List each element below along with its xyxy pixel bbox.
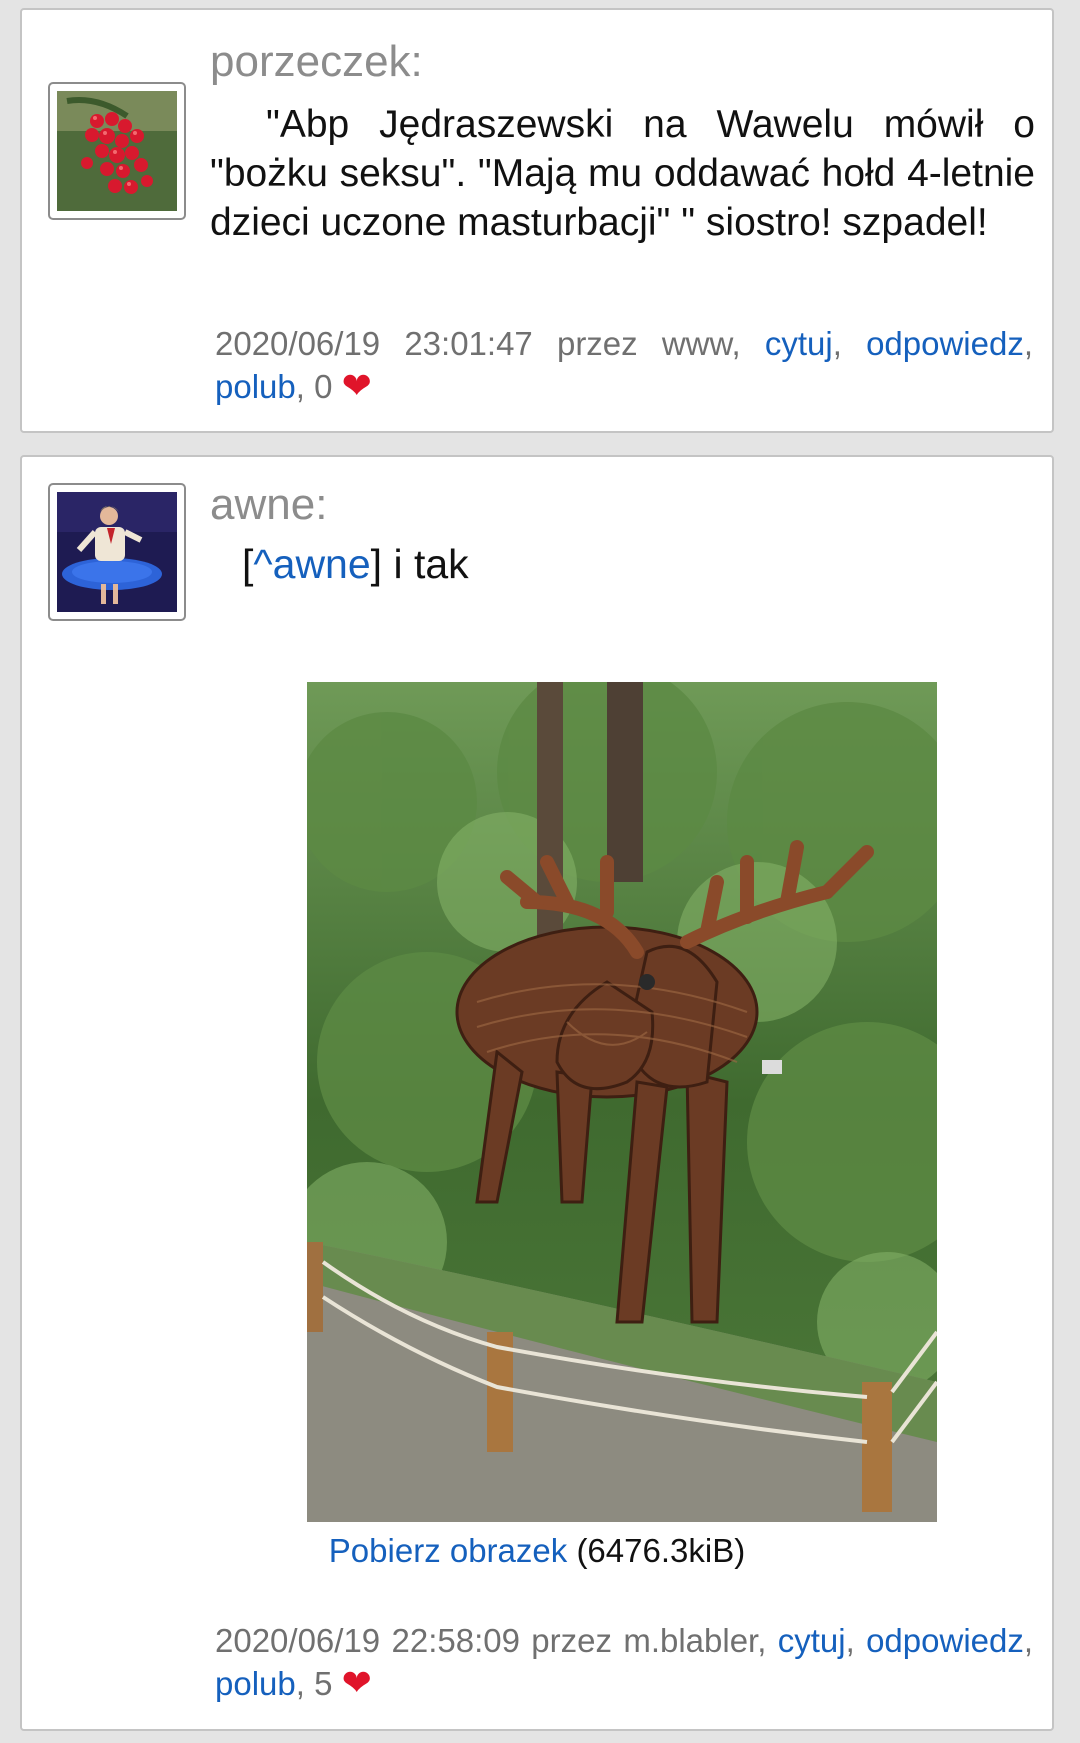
image-size: (6476.3kiB) xyxy=(576,1532,746,1569)
post-meta: 2020/06/19 23:01:47 przez www, cytuj, od… xyxy=(215,325,1034,406)
like-count: 5 xyxy=(314,1665,333,1702)
like-link[interactable]: polub xyxy=(215,1665,296,1702)
post-author: porzeczek: xyxy=(210,37,423,86)
heart-icon: ❤ xyxy=(341,1662,372,1703)
user-avatar[interactable] xyxy=(48,82,186,220)
post-image[interactable] xyxy=(307,682,937,1522)
reply-text: i tak xyxy=(382,541,469,587)
post-card: awne: [^awne] i tak Pobierz obrazek (647… xyxy=(20,455,1054,1731)
reply-link[interactable]: odpowiedz xyxy=(866,325,1024,362)
post-user: www, xyxy=(661,325,741,362)
bracket-open: [ xyxy=(242,541,254,587)
reply-link[interactable]: odpowiedz xyxy=(866,1622,1024,1659)
post-card: porzeczek: "Abp Jędraszewski na Wawelu m… xyxy=(20,8,1054,433)
dancer-avatar-icon xyxy=(57,492,177,612)
by-label: przez xyxy=(531,1622,612,1659)
quote-link[interactable]: cytuj xyxy=(765,325,833,362)
like-count: 0 xyxy=(314,368,333,405)
download-row: Pobierz obrazek (6476.3kiB) xyxy=(22,1532,1052,1570)
post-time: 22:58:09 xyxy=(391,1622,520,1659)
reply-reference-link[interactable]: ^awne xyxy=(253,541,370,587)
user-avatar[interactable] xyxy=(48,483,186,621)
post-meta: 2020/06/19 22:58:09 przez m.blabler, cyt… xyxy=(215,1622,1034,1703)
like-link[interactable]: polub xyxy=(215,368,296,405)
wicker-moose-photo-icon xyxy=(307,682,937,1522)
quote-link[interactable]: cytuj xyxy=(778,1622,846,1659)
post-author: awne: xyxy=(210,480,328,529)
download-image-link[interactable]: Pobierz obrazek xyxy=(329,1532,567,1569)
post-content: "Abp Jędraszewski na Wawelu mówił o "boż… xyxy=(210,103,1035,244)
bracket-close: ] xyxy=(370,541,383,587)
by-label: przez xyxy=(556,325,638,362)
post-date: 2020/06/19 xyxy=(215,1622,381,1659)
red-currant-avatar-icon xyxy=(57,91,177,211)
post-datetime: 2020/06/19 23:01:47 xyxy=(215,325,533,362)
post-content: [^awne] i tak xyxy=(242,539,469,589)
heart-icon: ❤ xyxy=(341,365,372,406)
post-user: m.blabler, xyxy=(623,1622,767,1659)
